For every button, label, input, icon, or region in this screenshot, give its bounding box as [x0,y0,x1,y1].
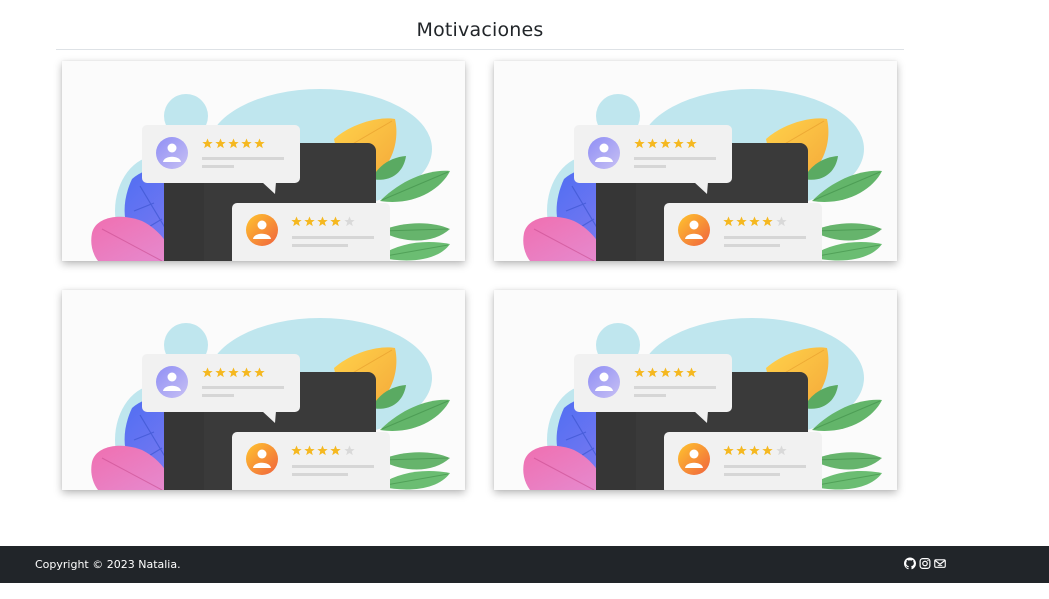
reviews-illustration [62,61,465,261]
instagram-link[interactable] [919,557,931,570]
copyright-text: Copyright © 2023 Natalia. [35,558,181,571]
social-links [904,557,946,570]
section-title: Motivaciones [416,19,544,41]
motivation-card [494,61,897,261]
footer: Copyright © 2023 Natalia. [0,546,1049,583]
email-icon [934,559,946,568]
reviews-illustration [494,61,897,261]
motivation-card [62,290,465,490]
motivation-card [494,290,897,490]
section-header: Motivaciones [56,0,904,50]
motivation-card [62,61,465,261]
instagram-icon [919,558,931,569]
reviews-illustration [494,290,897,490]
github-icon [904,557,916,570]
reviews-illustration [62,290,465,490]
email-link[interactable] [934,557,946,570]
github-link[interactable] [904,557,916,570]
